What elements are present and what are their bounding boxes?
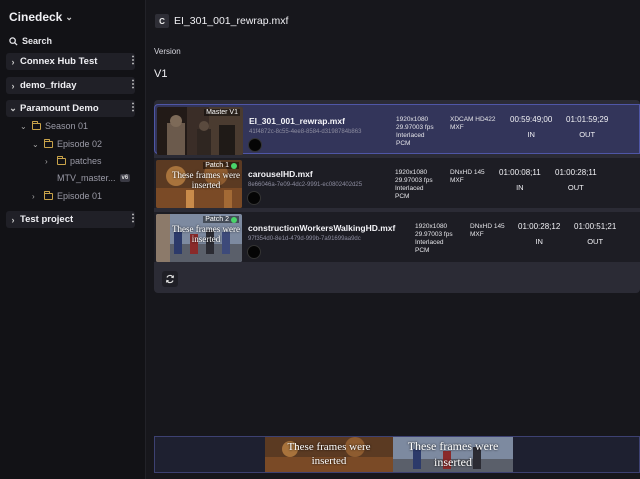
search-label: Search: [22, 36, 53, 46]
chevron-down-icon[interactable]: ⌄: [6, 103, 20, 114]
version-badge: v6: [119, 174, 131, 182]
page-title: EI_301_001_rewrap.mxf: [174, 15, 289, 27]
chevron-down-icon: ⌄: [32, 139, 39, 149]
chevron-down-icon: ⌄: [65, 11, 73, 22]
timeline-caption: These frames were inserted: [287, 441, 371, 467]
clip-row-patch-2[interactable]: Patch 2 These frames were inserted const…: [154, 212, 640, 262]
clip-filename: carouselHD.mxf: [248, 169, 313, 179]
clip-codec: XDCAM HD422 MXF: [450, 116, 496, 131]
clip-tag: Patch 1: [203, 162, 239, 169]
clip-row-master[interactable]: Master V1 EI_301_001_rewrap.mxf 41f4872c…: [154, 104, 640, 155]
tree-label: Season 01: [45, 121, 89, 131]
project-label: Connex Hub Test: [20, 56, 98, 67]
chevron-right-icon: ›: [45, 156, 48, 166]
clip-out-timecode: 01:01:59;29 OUT: [566, 115, 609, 139]
app-name: Cinedeck: [9, 10, 63, 24]
chevron-right-icon[interactable]: ›: [6, 215, 20, 225]
tree-label: MTV_master...: [57, 173, 116, 183]
project-label: Paramount Demo: [20, 103, 99, 114]
tree-label: Episode 02: [57, 139, 103, 149]
status-dot-icon: [231, 162, 237, 169]
clip-tag: Master V1: [204, 109, 240, 116]
search-icon: [9, 36, 18, 46]
tree-item-episode-01[interactable]: › Episode 01: [32, 190, 103, 201]
clip-in-timecode: 01:00:28;12 IN: [518, 222, 561, 246]
clip-thumbnail: Patch 2 These frames were inserted: [156, 214, 242, 262]
project-item-paramount-demo[interactable]: ⌄ Paramount Demo ⋮: [6, 100, 138, 117]
folder-icon: [44, 190, 53, 200]
clip-out-timecode: 01:00:28;11 OUT: [555, 168, 597, 192]
burned-in-caption: These frames were inserted: [172, 170, 240, 190]
refresh-icon: [165, 274, 175, 284]
burned-in-caption: These frames were inserted: [172, 224, 240, 244]
tree-item-episode-02[interactable]: ⌄ Episode 02: [32, 138, 103, 149]
chevron-right-icon: ›: [32, 191, 35, 201]
chevron-right-icon[interactable]: ›: [6, 57, 20, 67]
project-badge: C: [155, 14, 169, 28]
clip-codec: DNxHD 145 MXF: [450, 169, 485, 184]
clip-filename: EI_301_001_rewrap.mxf: [249, 116, 345, 126]
project-item-connex-hub-test[interactable]: › Connex Hub Test ⋮: [6, 53, 138, 70]
tree-item-season-01[interactable]: ⌄ Season 01: [20, 120, 89, 131]
project-label: Test project: [20, 214, 74, 225]
clip-out-timecode: 01:00:51;21 OUT: [574, 222, 617, 246]
clip-filename: constructionWorkersWalkingHD.mxf: [248, 223, 396, 233]
clip-select-button[interactable]: [247, 191, 261, 205]
tree-item-patches[interactable]: › patches: [45, 155, 102, 166]
status-dot-icon: [231, 216, 237, 223]
chevron-down-icon: ⌄: [20, 121, 27, 131]
timeline-track[interactable]: These frames were inserted These frames …: [154, 436, 640, 473]
project-label: demo_friday: [20, 80, 77, 91]
kebab-menu-icon[interactable]: ⋮: [128, 214, 138, 224]
folder-icon: [44, 138, 53, 148]
clip-in-timecode: 00:59:49;00 IN: [510, 115, 553, 139]
sidebar: Cinedeck ⌄ Search › Connex Hub Test ⋮ › …: [0, 0, 146, 479]
clip-codec: DNxHD 145 MXF: [470, 223, 505, 238]
project-item-demo-friday[interactable]: › demo_friday ⋮: [6, 77, 138, 94]
clip-specs: 1920x1080 29.97003 fps Interlaced PCM: [396, 116, 434, 147]
folder-icon: [57, 155, 66, 165]
timeline-clip-patch-1[interactable]: These frames were inserted: [265, 437, 393, 472]
clip-uuid: 8e66046a-7e09-4dc2-9991-ec0802402d25: [248, 182, 363, 188]
tree-item-master[interactable]: MTV_master... v6: [57, 173, 131, 183]
timeline-clip-patch-2[interactable]: These frames were inserted: [393, 437, 513, 472]
kebab-menu-icon[interactable]: ⋮: [128, 80, 138, 90]
chevron-right-icon[interactable]: ›: [6, 81, 20, 91]
kebab-menu-icon[interactable]: ⋮: [128, 103, 138, 113]
version-label: Version: [154, 47, 181, 56]
project-item-test-project[interactable]: › Test project ⋮: [6, 211, 138, 228]
tree-label: Episode 01: [57, 191, 103, 201]
kebab-menu-icon[interactable]: ⋮: [128, 56, 138, 66]
clip-in-timecode: 01:00:08;11 IN: [499, 168, 541, 192]
clip-list-panel: Master V1 EI_301_001_rewrap.mxf 41f4872c…: [154, 100, 640, 293]
version-value[interactable]: V1: [154, 68, 167, 80]
clip-thumbnail: Patch 1 These frames were inserted: [156, 160, 242, 208]
clip-uuid: 41f4872c-8c55-4ee8-8584-d3198784b863: [249, 129, 362, 135]
app-switcher[interactable]: Cinedeck ⌄: [9, 10, 73, 24]
refresh-button[interactable]: [162, 271, 178, 287]
clip-select-button[interactable]: [248, 138, 262, 152]
clip-tag: Patch 2: [203, 216, 239, 223]
timeline-caption: These frames were inserted: [407, 439, 499, 469]
clip-thumbnail: Master V1: [157, 107, 243, 155]
clip-specs: 1920x1080 29.97003 fps Interlaced PCM: [415, 223, 453, 254]
folder-icon: [32, 120, 41, 130]
clip-select-button[interactable]: [247, 245, 261, 259]
clip-specs: 1920x1080 29.97003 fps Interlaced PCM: [395, 169, 433, 200]
clip-row-patch-1[interactable]: Patch 1 These frames were inserted carou…: [154, 158, 640, 208]
tree-label: patches: [70, 156, 102, 166]
search-button[interactable]: Search: [9, 36, 52, 46]
clip-uuid: 97f354d0-8e1d-479d-999b-7a91699aa9dc: [248, 236, 361, 242]
